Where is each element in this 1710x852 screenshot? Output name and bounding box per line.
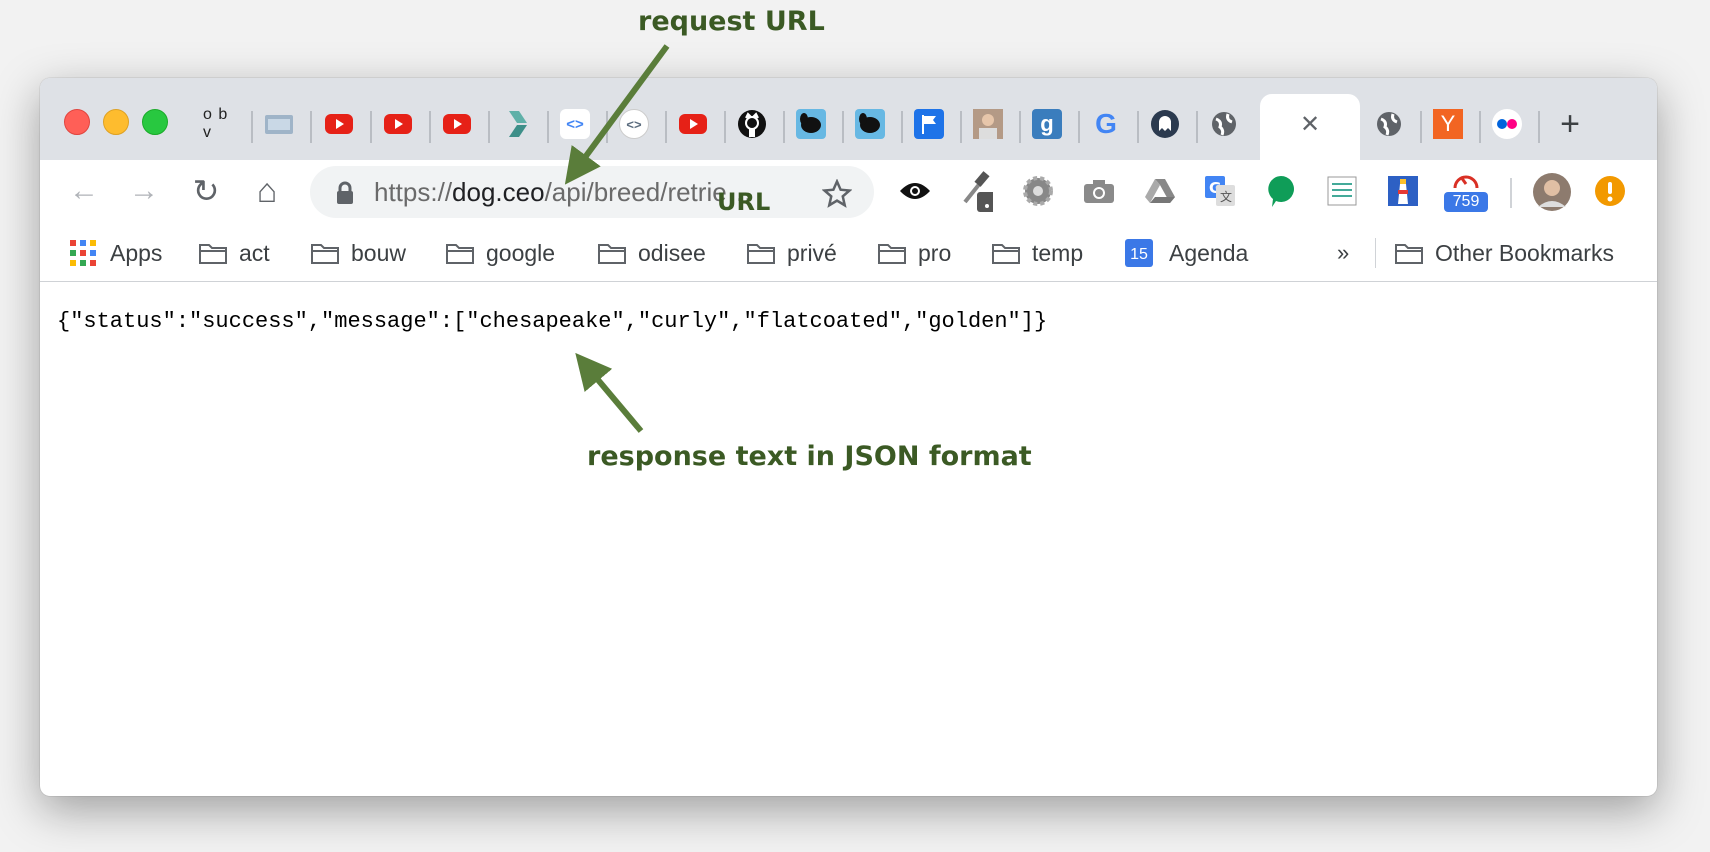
response-arrow bbox=[575, 352, 644, 433]
request-url-arrow bbox=[564, 44, 670, 185]
annotation-arrows bbox=[564, 44, 670, 433]
